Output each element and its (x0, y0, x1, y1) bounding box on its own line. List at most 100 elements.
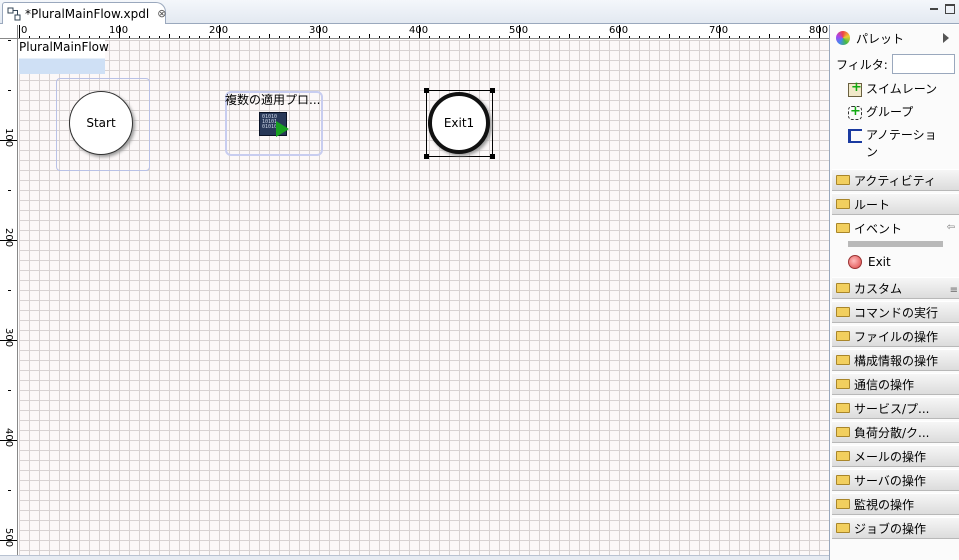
ruler-minor-tick (749, 36, 750, 38)
ruler-minor-tick (289, 36, 290, 38)
folder-icon (836, 283, 850, 293)
ruler-minor-tick (269, 34, 270, 38)
drawer-8[interactable]: サーバの操作 (832, 469, 959, 491)
ruler-minor-tick (779, 36, 780, 38)
palette-header[interactable]: パレット (830, 25, 959, 51)
folder-icon (836, 175, 850, 185)
palette-tool-annotation[interactable]: アノテーション (830, 123, 942, 163)
pool-label[interactable]: PluralMainFlow (19, 40, 109, 74)
minimize-icon[interactable] (929, 4, 939, 14)
command-execution-icon: 01010 10101 01010 (259, 112, 289, 137)
palette-collapse-arrow-icon[interactable] (943, 33, 949, 43)
palette-panel: パレット フィルタ: スイムレーン グループ アノテーション アクティビティ ル… (829, 25, 959, 560)
pin-icon[interactable]: ⇦ (947, 222, 955, 233)
horizontal-ruler: 0 100 200 300 400 500 600 700 800 (18, 25, 829, 39)
ruler-minor-tick (579, 36, 580, 38)
ruler-label: 100 (3, 128, 14, 148)
ruler-label: 100 (109, 25, 129, 36)
close-tab-icon[interactable]: ⊗ (157, 7, 166, 20)
swimlane-icon (848, 79, 862, 97)
ruler-minor-tick (179, 36, 180, 38)
ruler-minor-tick (559, 36, 560, 38)
start-event-node[interactable]: Start (69, 91, 133, 155)
ruler-minor-tick (99, 36, 100, 38)
ruler-minor-tick (409, 36, 410, 38)
ruler-minor-tick (8, 140, 11, 141)
filter-input[interactable] (891, 54, 955, 74)
folder-icon (836, 199, 850, 209)
folder-icon (836, 355, 850, 365)
ruler-label: 300 (3, 328, 14, 348)
horizontal-scrollbar[interactable] (0, 555, 829, 560)
drawer-4[interactable]: 通信の操作 (832, 373, 959, 395)
ruler-minor-tick (79, 36, 80, 38)
ruler-tick (19, 25, 20, 38)
resize-handle[interactable] (424, 88, 429, 93)
drawer-7[interactable]: メールの操作 (832, 445, 959, 467)
ruler-minor-tick (169, 34, 170, 38)
drawer-1[interactable]: コマンドの実行 (832, 301, 959, 323)
ruler-minor-tick (129, 36, 130, 38)
palette-tool-group[interactable]: グループ (830, 100, 959, 123)
resize-handle[interactable] (424, 154, 429, 159)
ruler-minor-tick (669, 34, 670, 38)
diagram-editor: 0 100 200 300 400 500 600 700 800 100 200 300 400 50… (0, 25, 829, 560)
ruler-minor-tick (8, 490, 11, 491)
drawer-activity[interactable]: アクティビティ (832, 169, 959, 191)
drawer-9[interactable]: 監視の操作 (832, 493, 959, 515)
ruler-minor-tick (8, 190, 11, 191)
resize-handle[interactable] (490, 154, 495, 159)
ruler-minor-tick (299, 36, 300, 38)
folder-icon (836, 475, 850, 485)
ruler-minor-tick (209, 36, 210, 38)
group-icon (848, 103, 862, 120)
ruler-minor-tick (259, 36, 260, 38)
ruler-label: 0 (21, 25, 28, 36)
annotation-icon (848, 129, 862, 143)
ruler-minor-tick (629, 36, 630, 38)
ruler-minor-tick (389, 36, 390, 38)
ruler-minor-tick (109, 36, 110, 38)
maximize-icon[interactable] (945, 4, 955, 14)
task-label: 複数の適用プロ... (225, 93, 321, 107)
ruler-label: 600 (609, 25, 629, 36)
ruler-label: 500 (509, 25, 529, 36)
ruler-minor-tick (569, 34, 570, 38)
editor-tab-title: *PluralMainFlow.xpdl (25, 6, 150, 21)
drawer-6[interactable]: 負荷分散/ク... (832, 421, 959, 443)
ruler-minor-tick (89, 36, 90, 38)
ruler-minor-tick (739, 36, 740, 38)
drawer-event[interactable]: イベント ⇦ (832, 217, 959, 239)
ruler-minor-tick (139, 36, 140, 38)
ruler-minor-tick (39, 36, 40, 38)
palette-tool-exit[interactable]: Exit (830, 247, 959, 275)
drawer-10[interactable]: ジョブの操作 (832, 517, 959, 539)
ruler-minor-tick (49, 36, 50, 38)
exit-event-node[interactable]: Exit1 (428, 92, 490, 154)
palette-resize-grip-icon[interactable]: ≡ (950, 285, 958, 296)
diagram-canvas[interactable]: PluralMainFlow Start 複数の適用プロ... 01010 101… (19, 40, 829, 560)
xpdl-file-icon (7, 7, 21, 21)
ruler-label: 200 (3, 228, 14, 248)
ruler-minor-tick (809, 36, 810, 38)
ruler-minor-tick (489, 36, 490, 38)
palette-title: パレット (856, 31, 905, 46)
ruler-minor-tick (699, 36, 700, 38)
drawer-0[interactable]: カスタム (832, 277, 959, 299)
ruler-corner (0, 25, 18, 39)
ruler-minor-tick (709, 36, 710, 38)
drawer-route[interactable]: ルート (832, 193, 959, 215)
vertical-ruler: 100 200 300 400 500 (0, 39, 18, 560)
drawer-5[interactable]: サービス/プ... (832, 397, 959, 419)
resize-handle[interactable] (490, 88, 495, 93)
palette-tool-swimlane[interactable]: スイムレーン (830, 77, 959, 100)
editor-tab[interactable]: *PluralMainFlow.xpdl ⊗ (2, 2, 166, 24)
drawer-3[interactable]: 構成情報の操作 (832, 349, 959, 371)
drawer-2[interactable]: ファイルの操作 (832, 325, 959, 347)
open-folder-icon (836, 223, 850, 233)
ruler-label: 400 (3, 428, 14, 448)
ruler-minor-tick (789, 36, 790, 38)
ruler-minor-tick (8, 440, 11, 441)
ruler-minor-tick (8, 290, 11, 291)
ruler-minor-tick (449, 36, 450, 38)
